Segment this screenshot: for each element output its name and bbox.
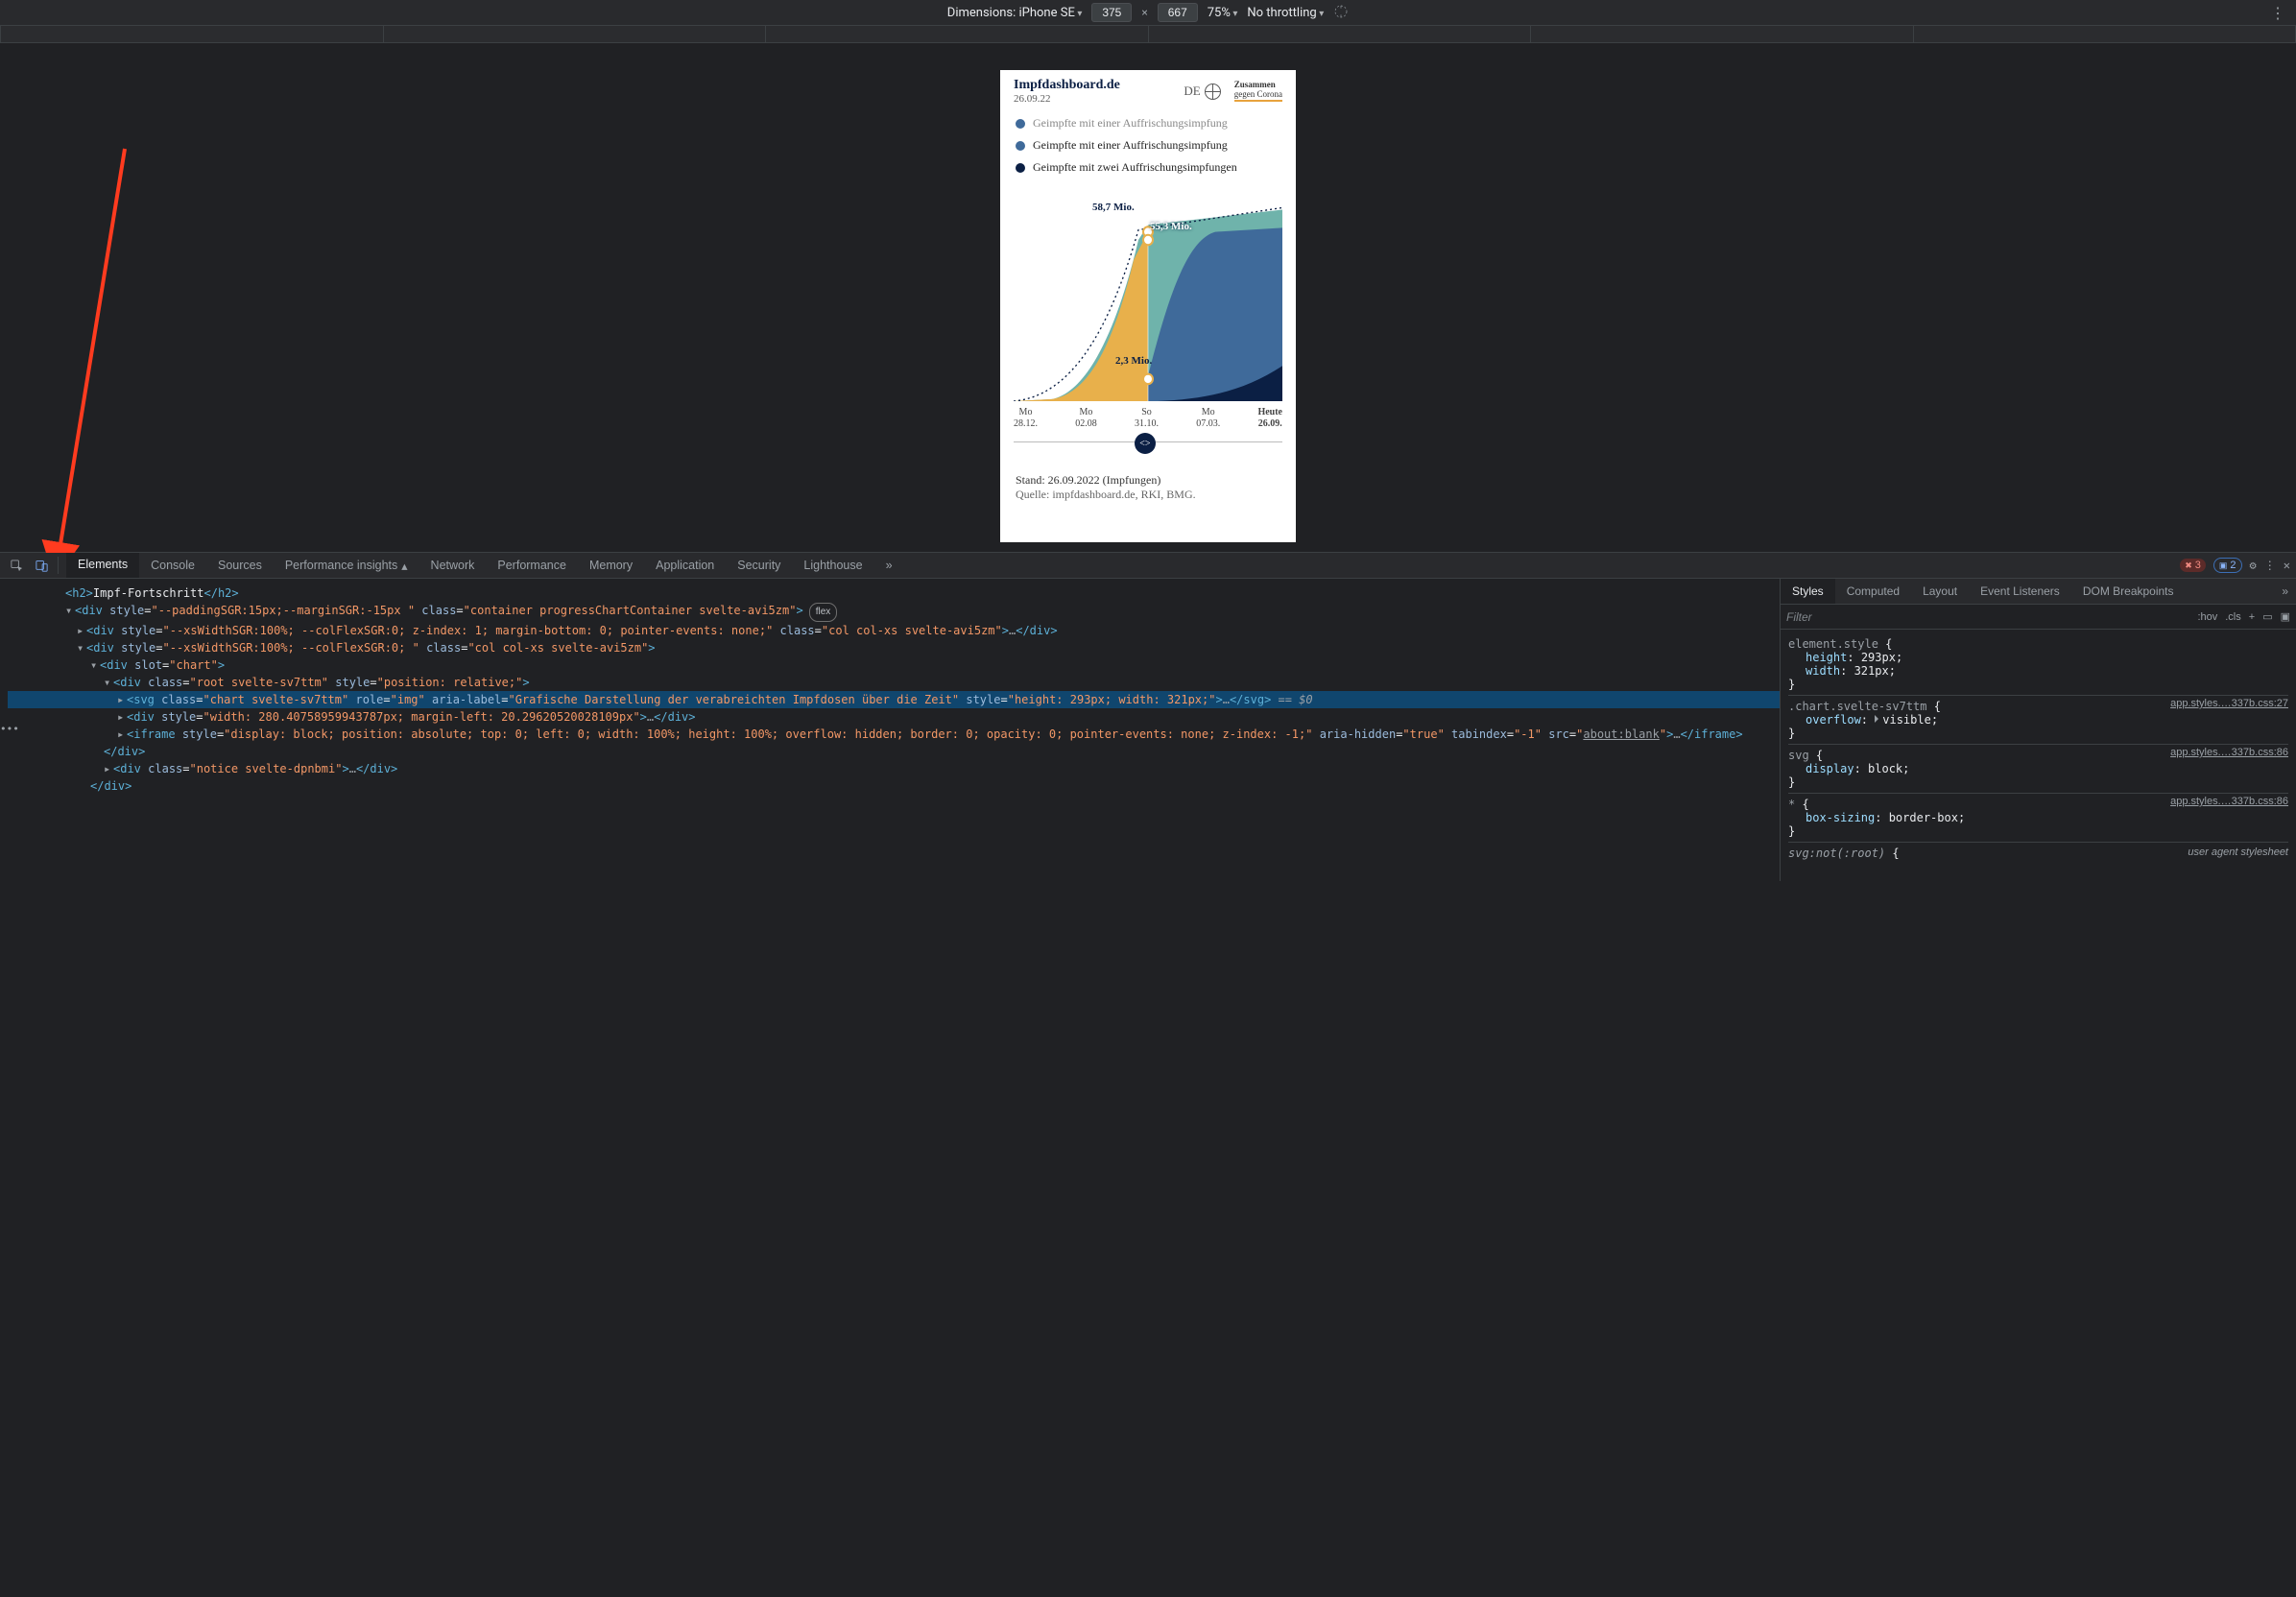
- source-link[interactable]: app.styles.…337b.css:86: [2170, 796, 2288, 807]
- chart: 58,7 Mio. 55,3 Mio. 2,3 Mio.: [1000, 186, 1296, 401]
- style-rule[interactable]: app.styles.…337b.css:86 svg { display: b…: [1788, 745, 2288, 794]
- error-badge[interactable]: 3: [2180, 559, 2206, 572]
- device-toolbar: Dimensions: iPhone SE × 75% No throttlin…: [0, 0, 2296, 26]
- width-input[interactable]: [1091, 3, 1132, 22]
- selected-node[interactable]: ▸<svg class="chart svelte-sv7ttm" role="…: [8, 691, 1780, 708]
- campaign-logo: Zusammen gegen Corona: [1234, 81, 1282, 102]
- tab-sources[interactable]: Sources: [206, 553, 274, 578]
- hov-toggle[interactable]: :hov: [2197, 611, 2217, 623]
- styles-filter-input[interactable]: [1786, 610, 2189, 624]
- site-title: Impfdashboard.de: [1014, 78, 1120, 93]
- tab-console[interactable]: Console: [139, 553, 206, 578]
- dim-separator: ×: [1141, 6, 1147, 19]
- chart-legend: Geimpfte mit einer Auffrischungsimpfung …: [1000, 110, 1296, 186]
- source-link[interactable]: app.styles.…337b.css:27: [2170, 698, 2288, 709]
- device-toggle-icon[interactable]: [31, 555, 52, 576]
- tab-security[interactable]: Security: [726, 553, 792, 578]
- new-rule-icon[interactable]: +: [2249, 611, 2255, 623]
- styles-filter-bar: :hov .cls + ▭ ▣: [1781, 605, 2296, 630]
- devtools: Elements Console Sources Performance ins…: [0, 552, 2296, 881]
- cls-toggle[interactable]: .cls: [2225, 611, 2241, 623]
- globe-icon: [1205, 83, 1221, 100]
- flex-badge[interactable]: flex: [809, 603, 838, 622]
- next-section-heading: Täglich verabreichte Impfdosen: [1000, 508, 1296, 542]
- device-toolbar-menu-icon[interactable]: ⋮: [2270, 4, 2286, 22]
- page-header: Impfdashboard.de 26.09.22 DE Zusammen ge…: [1000, 70, 1296, 110]
- tab-application[interactable]: Application: [644, 553, 726, 578]
- settings-icon[interactable]: ⚙: [2250, 559, 2257, 572]
- style-rule[interactable]: element.style { height: 293px; width: 32…: [1788, 633, 2288, 696]
- styles-tab-layout[interactable]: Layout: [1911, 579, 1969, 604]
- styles-tab-listeners[interactable]: Event Listeners: [1969, 579, 2071, 604]
- styles-sidebar: Styles Computed Layout Event Listeners D…: [1780, 579, 2296, 881]
- close-icon[interactable]: ✕: [2284, 559, 2290, 572]
- style-rule[interactable]: app.styles.…337b.css:27 .chart.svelte-sv…: [1788, 696, 2288, 745]
- device-select[interactable]: Dimensions: iPhone SE: [947, 6, 1083, 20]
- user-agent-label: user agent stylesheet: [2188, 846, 2288, 858]
- chart-svg: [1014, 200, 1282, 401]
- issues-badge[interactable]: 2: [2213, 558, 2242, 573]
- legend-dot-icon: [1016, 119, 1025, 129]
- lang-code: DE: [1184, 83, 1200, 99]
- devtools-menu-icon[interactable]: ⋮: [2264, 559, 2276, 572]
- gutter-ellipsis-icon: •••: [0, 721, 19, 738]
- tab-elements[interactable]: Elements: [66, 553, 139, 578]
- zoom-select[interactable]: 75%: [1208, 6, 1238, 20]
- rotate-icon[interactable]: [1333, 4, 1349, 22]
- elements-tree[interactable]: ••• <h2>Impf-Fortschritt</h2> ▾<div styl…: [0, 579, 1780, 881]
- ruler-strip: [0, 26, 2296, 43]
- time-slider[interactable]: <>: [1000, 430, 1296, 442]
- legend-dot-icon: [1016, 163, 1025, 173]
- styles-tabs-overflow-icon[interactable]: »: [2282, 584, 2288, 598]
- chart-label: 2,3 Mio.: [1115, 355, 1152, 367]
- legend-dot-icon: [1016, 141, 1025, 151]
- viewport-area: Impfdashboard.de 26.09.22 DE Zusammen ge…: [0, 43, 2296, 552]
- styles-tabbar: Styles Computed Layout Event Listeners D…: [1781, 579, 2296, 605]
- legend-item: Geimpfte mit einer Auffrischungsimpfung: [1016, 134, 1280, 156]
- chart-axis: Mo28.12. Mo02.08 So31.10. Mo07.03. Heute…: [1000, 401, 1296, 430]
- sidebar-toggle-icon[interactable]: ▣: [2281, 610, 2290, 623]
- inspect-icon[interactable]: [6, 555, 27, 576]
- tabs-overflow-icon[interactable]: »: [874, 553, 904, 578]
- chart-label: 58,7 Mio.: [1092, 202, 1135, 213]
- throttle-select[interactable]: No throttling: [1247, 6, 1324, 20]
- slider-handle-icon[interactable]: <>: [1135, 433, 1156, 454]
- source-link[interactable]: app.styles.…337b.css:86: [2170, 747, 2288, 758]
- device-frame: Impfdashboard.de 26.09.22 DE Zusammen ge…: [1000, 70, 1296, 542]
- legend-item: Geimpfte mit zwei Auffrischungsimpfungen: [1016, 156, 1280, 179]
- tab-perf-insights[interactable]: Performance insights▴: [274, 553, 419, 578]
- device-icon[interactable]: ▭: [2262, 610, 2272, 623]
- styles-tab-computed[interactable]: Computed: [1835, 579, 1911, 604]
- tab-lighthouse[interactable]: Lighthouse: [792, 553, 873, 578]
- styles-tab-styles[interactable]: Styles: [1781, 579, 1835, 604]
- styles-rules-list[interactable]: element.style { height: 293px; width: 32…: [1781, 630, 2296, 881]
- tab-memory[interactable]: Memory: [578, 553, 644, 578]
- style-rule[interactable]: app.styles.…337b.css:86 * { box-sizing: …: [1788, 794, 2288, 843]
- devtools-tabbar: Elements Console Sources Performance ins…: [0, 553, 2296, 579]
- expand-tri-icon[interactable]: [1875, 715, 1878, 723]
- legend-item: Geimpfte mit einer Auffrischungsimpfung: [1016, 112, 1280, 134]
- chart-label: 55,3 Mio.: [1150, 221, 1192, 232]
- tab-network[interactable]: Network: [419, 553, 487, 578]
- styles-tab-dombp[interactable]: DOM Breakpoints: [2071, 579, 2186, 604]
- tab-performance[interactable]: Performance: [486, 553, 578, 578]
- annotation-arrow: [38, 139, 154, 561]
- style-rule[interactable]: user agent stylesheet svg:not(:root) {: [1788, 843, 2288, 864]
- height-input[interactable]: [1158, 3, 1198, 22]
- lang-switch[interactable]: DE: [1184, 83, 1220, 100]
- site-date: 26.09.22: [1014, 93, 1120, 105]
